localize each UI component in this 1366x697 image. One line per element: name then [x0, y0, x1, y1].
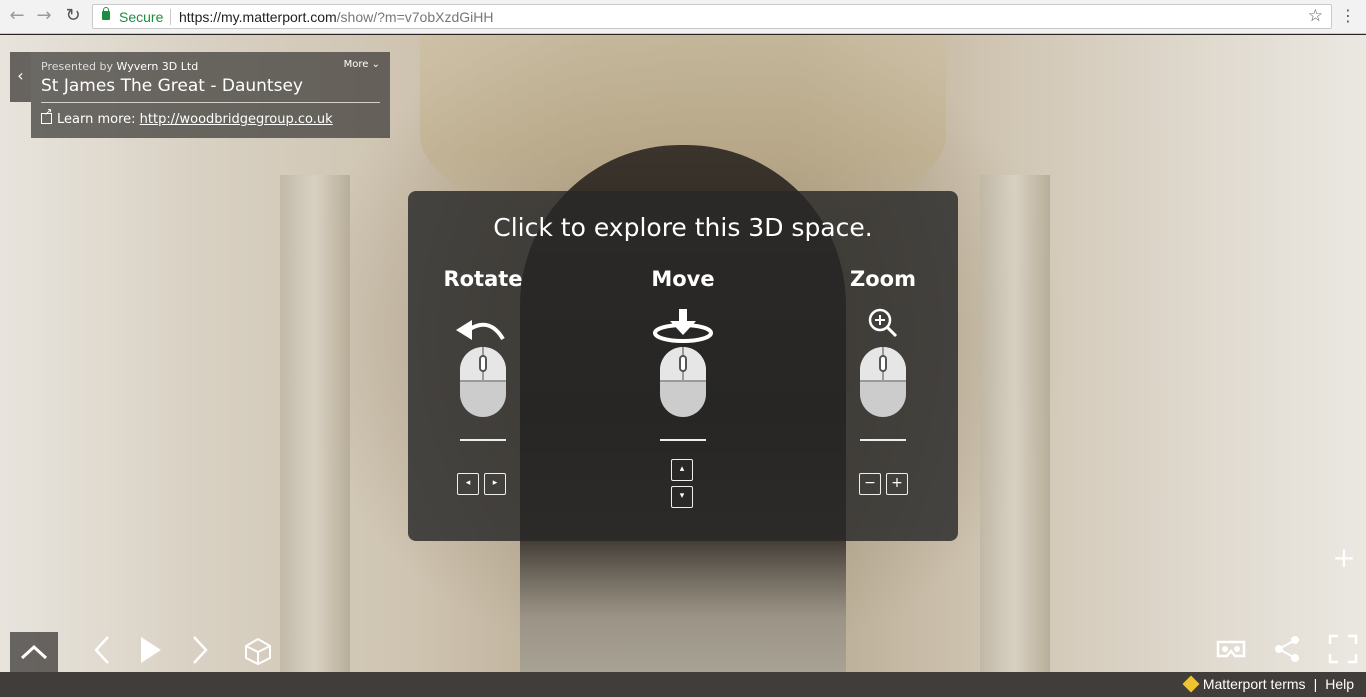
expand-highlights-button[interactable] — [10, 632, 58, 672]
learn-more-label: Learn more: — [57, 112, 136, 127]
plus-key-icon: + — [886, 473, 908, 495]
secure-label: Secure — [119, 9, 164, 25]
rotate-divider — [460, 439, 506, 441]
mouse-click-icon — [660, 347, 706, 417]
mouse-left-click-icon — [460, 347, 506, 417]
zoom-in-button[interactable]: + — [1330, 543, 1358, 573]
bottom-bar — [0, 672, 1366, 697]
space-info-panel: Presented by Wyvern 3D Ltd More ⌄ St Jam… — [31, 52, 390, 138]
browser-toolbar: ← → ↻ Secure https://my.matterport.com/s… — [0, 0, 1366, 34]
chevron-up-icon — [20, 644, 48, 660]
arrow-up-key-icon: ▴ — [671, 459, 693, 481]
arrow-down-key-icon: ▾ — [671, 486, 693, 508]
move-label: Move — [651, 267, 715, 291]
zoom-label: Zoom — [850, 267, 916, 291]
presenter-name: Wyvern 3D Ltd — [116, 60, 199, 73]
share-icon — [1275, 636, 1299, 662]
lock-icon — [102, 7, 110, 20]
rotate-arrow-icon — [456, 320, 505, 341]
learn-more-link[interactable]: http://woodbridgegroup.co.uk — [140, 112, 333, 127]
learn-more: Learn more: http://woodbridgegroup.co.uk — [41, 107, 333, 127]
rotate-column: Rotate ◂ ▸ — [408, 267, 558, 495]
plus-icon: + — [1332, 541, 1356, 574]
info-divider — [41, 102, 380, 103]
footer-links: Matterport terms | Help — [1182, 675, 1354, 693]
vr-mode-button[interactable] — [1214, 634, 1248, 664]
address-bar[interactable]: Secure https://my.matterport.com/show/?m… — [92, 4, 1332, 29]
forward-arrow-icon[interactable]: → — [33, 5, 55, 27]
move-divider — [660, 439, 706, 441]
url-separator — [170, 9, 171, 25]
dollhouse-icon — [245, 637, 271, 666]
star-icon[interactable]: ☆ — [1308, 6, 1323, 26]
terms-link[interactable]: Matterport terms — [1203, 676, 1306, 692]
collapse-info-button[interactable]: ‹ — [10, 52, 31, 102]
right-pillar — [980, 175, 1050, 672]
back-arrow-icon[interactable]: ← — [6, 5, 28, 27]
fullscreen-icon — [1328, 634, 1358, 664]
zoom-column: Zoom − + — [808, 267, 958, 495]
url-path: /show/?m=v7obXzdGiHH — [336, 9, 494, 25]
url-domain: https://my.matterport.com — [179, 9, 337, 25]
more-button[interactable]: More ⌄ — [344, 59, 380, 70]
zoom-in-magnifier-icon — [868, 308, 898, 338]
presented-by: Presented by Wyvern 3D Ltd — [41, 60, 198, 73]
rotate-label: Rotate — [443, 267, 523, 291]
help-title: Click to explore this 3D space. — [493, 213, 873, 242]
mouse-scroll-icon — [860, 347, 906, 417]
chevron-right-icon — [193, 636, 208, 664]
chevron-left-icon — [94, 636, 109, 664]
move-column: Move ▴ ▾ — [608, 267, 758, 508]
dollhouse-view-button[interactable] — [242, 634, 274, 666]
url-text[interactable]: https://my.matterport.com/show/?m=v7obXz… — [179, 9, 493, 25]
left-pillar — [280, 175, 350, 672]
play-icon — [141, 637, 161, 663]
presented-prefix: Presented by — [41, 60, 114, 73]
more-label: More — [343, 59, 369, 70]
minus-key-icon: − — [859, 473, 881, 495]
zoom-divider — [860, 439, 906, 441]
next-button[interactable] — [188, 633, 212, 667]
arrow-left-key-icon: ◂ — [457, 473, 479, 495]
navigation-help-overlay[interactable]: Click to explore this 3D space. Rotate ◂… — [408, 191, 958, 541]
play-tour-button[interactable] — [136, 633, 164, 667]
move-target-icon — [653, 309, 713, 343]
space-title: St James The Great - Dauntsey — [41, 76, 303, 96]
vr-headset-icon — [1216, 640, 1246, 658]
matterport-logo-icon — [1182, 675, 1200, 693]
reload-icon[interactable]: ↻ — [62, 5, 84, 27]
help-link[interactable]: Help — [1325, 676, 1354, 692]
previous-button[interactable] — [90, 633, 114, 667]
chevron-down-icon: ⌄ — [371, 59, 380, 70]
external-link-icon — [41, 107, 52, 124]
arrow-right-key-icon: ▸ — [484, 473, 506, 495]
share-button[interactable] — [1272, 634, 1302, 664]
chevron-left-icon: ‹ — [17, 66, 24, 85]
stone-floor — [520, 535, 846, 672]
footer-separator: | — [1313, 676, 1318, 692]
kebab-menu-icon[interactable]: ⋮ — [1340, 6, 1356, 26]
fullscreen-button[interactable] — [1327, 633, 1359, 665]
